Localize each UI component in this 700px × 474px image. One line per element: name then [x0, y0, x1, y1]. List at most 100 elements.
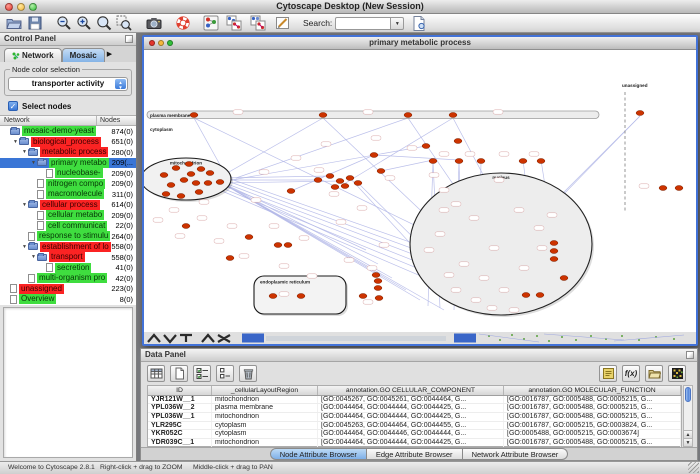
tree-item[interactable]: ▼biological_process651(0) [0, 137, 136, 148]
column-header[interactable]: annotation.GO CELLULAR_COMPONENT [318, 386, 504, 395]
tree-item[interactable]: unassigned223(0) [0, 284, 136, 295]
tree-item[interactable]: mosaic-demo-yeast874(0) [0, 126, 136, 137]
vizmapper-icon[interactable] [203, 15, 219, 31]
node-color-select[interactable]: transporter activity ▲▼ [8, 77, 128, 91]
column-header[interactable]: ID [148, 386, 212, 395]
new-attribute-icon[interactable] [170, 365, 188, 382]
scroll-up-button[interactable]: ▲ [684, 430, 692, 438]
network-zoom-button[interactable] [167, 40, 173, 46]
search-options-icon[interactable] [411, 15, 427, 31]
network-tree: mosaic-demo-yeast874(0)▼biological_proce… [0, 126, 136, 305]
table-cell: plasma membrane [212, 404, 318, 412]
tree-col-nodes[interactable]: Nodes [97, 116, 136, 125]
file-icon [46, 169, 53, 178]
network-overlay-icon-1[interactable] [226, 15, 242, 31]
open-icon[interactable] [6, 15, 22, 31]
app-title: Cytoscape Desktop (New Session) [276, 1, 424, 11]
import-icon[interactable] [645, 365, 663, 382]
table-cell: mitochondrion [212, 396, 318, 404]
help-icon[interactable] [175, 15, 191, 31]
matrix-icon[interactable] [668, 365, 686, 382]
network-view-window[interactable]: primary metabolic process plasma membran… [142, 35, 698, 346]
tree-item[interactable]: response to stimulu264(0) [0, 231, 136, 242]
attribute-table-header: ID_cellularLayoutRegionannotation.GO CEL… [148, 386, 681, 396]
tree-item[interactable]: cell communicat22(0) [0, 221, 136, 232]
delete-attribute-icon[interactable] [239, 365, 257, 382]
network-window-titlebar[interactable]: primary metabolic process [144, 37, 696, 50]
snapshot-icon[interactable] [146, 15, 162, 31]
zoom-hint-text: Right-click + drag to ZOOM [100, 462, 183, 474]
table-mode-icon[interactable] [147, 365, 165, 382]
file-icon [28, 232, 35, 241]
column-header[interactable]: _cellularLayoutRegion [212, 386, 318, 395]
column-header[interactable]: annotation.GO MOLECULAR_FUNCTION [504, 386, 681, 395]
tree-column-header: Network Nodes [0, 115, 136, 126]
tree-item[interactable]: nitrogen compo209(0) [0, 179, 136, 190]
annotation-icon[interactable] [275, 15, 291, 31]
table-row[interactable]: YPL036W__1mitochondrion[GO:0044464, GO:0… [148, 413, 681, 422]
network-close-button[interactable] [149, 40, 155, 46]
folder-icon [19, 138, 29, 145]
tab-mosaic[interactable]: Mosaic [62, 48, 105, 62]
network-minimize-button[interactable] [158, 40, 164, 46]
table-cell: mitochondrion [212, 439, 318, 447]
tree-item[interactable]: ▼metabolic process280(0) [0, 147, 136, 158]
table-cell: [GO:0044464, GO:0044444, GO:0044425, G..… [318, 404, 504, 412]
nucleus-region[interactable] [410, 173, 592, 315]
zoom-fit-icon[interactable] [96, 15, 112, 31]
minimize-window-button[interactable] [17, 3, 25, 11]
table-row[interactable]: YPL036W__2plasma membrane[GO:0044464, GO… [148, 404, 681, 413]
zoom-out-icon[interactable] [56, 15, 72, 31]
attribute-table[interactable]: ID_cellularLayoutRegionannotation.GO CEL… [147, 385, 682, 447]
tree-item[interactable]: ▼cellular process614(0) [0, 200, 136, 211]
tree-item[interactable]: macromolecule311(0) [0, 189, 136, 200]
tree-item[interactable]: ▼primary metabo209(... [0, 158, 136, 169]
zoom-window-button[interactable] [29, 3, 37, 11]
table-scrollbar[interactable]: ▲ ▼ [683, 385, 693, 447]
select-nodes-checkbox[interactable]: ✓ [8, 101, 18, 111]
tab-overflow-button[interactable]: ▶ [107, 48, 112, 62]
scrollbar-thumb[interactable] [685, 387, 691, 402]
network-overlay-icon-2[interactable] [250, 15, 266, 31]
float-data-panel-icon[interactable] [686, 351, 694, 359]
select-nodes-row: ✓ Select nodes [8, 101, 136, 111]
select-attributes-icon[interactable] [193, 365, 211, 382]
tree-item[interactable]: ▼transport558(0) [0, 252, 136, 263]
zoom-selected-icon[interactable] [116, 15, 132, 31]
tree-item[interactable]: cellular metabo209(0) [0, 210, 136, 221]
tree-item[interactable]: Overview8(0) [0, 294, 136, 305]
float-panel-icon[interactable] [125, 35, 133, 43]
table-row[interactable]: YKR052Ccytoplasm[GO:0044464, GO:0044446,… [148, 430, 681, 439]
close-window-button[interactable] [5, 3, 13, 11]
plasma-membrane-label: plasma membrane [150, 113, 191, 118]
unselect-attributes-icon[interactable] [216, 365, 234, 382]
tree-item[interactable]: multi-organism pro42(0) [0, 273, 136, 284]
table-cell: [GO:0016787, GO:0005488, GO:0005215, G..… [504, 404, 681, 412]
save-icon[interactable] [27, 15, 43, 31]
search-input[interactable] [335, 17, 391, 30]
tab-network-attribute-browser[interactable]: Network Attribute Browser [463, 448, 569, 460]
tree-item[interactable]: ▼establishment of lo558(0) [0, 242, 136, 253]
tab-network[interactable]: Network [4, 48, 62, 62]
function-icon[interactable]: f(x) [622, 365, 640, 382]
node-color-selected-value: transporter activity [32, 79, 104, 88]
tree-item[interactable]: secretion41(0) [0, 263, 136, 274]
data-panel-title: Data Panel [145, 350, 186, 359]
control-panel: Control Panel Network Mosaic ▶ Node colo… [0, 33, 137, 461]
tree-item[interactable]: nucleobase-209(0) [0, 168, 136, 179]
table-cell: [GO:0016787, GO:0005488, GO:0005215, G..… [504, 396, 681, 404]
search-dropdown-button[interactable]: ▼ [391, 17, 404, 30]
file-icon [37, 179, 44, 188]
folder-icon [37, 159, 47, 166]
file-icon [46, 263, 53, 272]
tab-node-attribute-browser[interactable]: Node Attribute Browser [270, 448, 367, 460]
tree-col-network[interactable]: Network [0, 116, 97, 125]
network-canvas[interactable]: plasma membrane cytoplasm mitochondrion … [144, 50, 696, 332]
table-row[interactable]: YJR121W__1mitochondrion[GO:0045267, GO:0… [148, 396, 681, 405]
zoom-in-icon[interactable] [76, 15, 92, 31]
scroll-down-button[interactable]: ▼ [684, 438, 692, 446]
notes-icon[interactable] [599, 365, 617, 382]
tab-edge-attribute-browser[interactable]: Edge Attribute Browser [367, 448, 463, 460]
resize-grip[interactable] [688, 462, 699, 473]
table-row[interactable]: YLR295Ccytoplasm[GO:0045263, GO:0044464,… [148, 422, 681, 431]
